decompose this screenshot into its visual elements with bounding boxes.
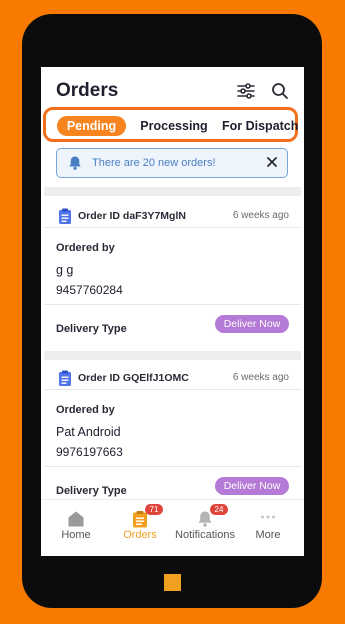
nav-home[interactable]: Home [43, 500, 109, 556]
search-icon[interactable] [270, 81, 290, 101]
more-dots-icon [259, 510, 277, 528]
order-card[interactable]: Order ID GQElfJ1OMC 6 weeks ago Ordered … [44, 361, 301, 511]
order-time: 6 weeks ago [232, 372, 289, 383]
notifications-count-badge: 24 [210, 504, 228, 515]
section-divider [44, 351, 301, 360]
tab-processing[interactable]: Processing [136, 116, 212, 136]
tab-for-dispatch[interactable]: For Dispatch [222, 116, 298, 136]
divider [44, 466, 301, 467]
delivery-type-label: Delivery Type [56, 323, 127, 335]
banner-text: There are 20 new orders! [92, 157, 216, 169]
clipboard-icon [58, 208, 72, 224]
tab-pending[interactable]: Pending [57, 116, 126, 136]
delivery-type-label: Delivery Type [56, 485, 127, 497]
nav-label-more: More [255, 529, 281, 541]
home-button[interactable] [164, 574, 181, 591]
home-icon [67, 510, 85, 528]
nav-more[interactable]: More [235, 500, 301, 556]
nav-label-orders: Orders [123, 529, 157, 541]
divider [44, 304, 301, 305]
sliders-icon[interactable] [236, 81, 256, 101]
ordered-by-label: Ordered by [56, 242, 115, 254]
customer-phone: 9976197663 [56, 445, 123, 459]
clipboard-icon [58, 370, 72, 386]
nav-notifications[interactable]: 24 Notifications [172, 500, 238, 556]
deliver-now-button[interactable]: Deliver Now [215, 315, 289, 333]
customer-name: g g [56, 263, 74, 277]
order-header: Order ID GQElfJ1OMC 6 weeks ago [44, 361, 301, 390]
order-time: 6 weeks ago [232, 210, 289, 221]
header: Orders [41, 67, 304, 107]
order-card[interactable]: Order ID daF3Y7MglN 6 weeks ago Ordered … [44, 199, 301, 349]
nav-label-home: Home [61, 529, 91, 541]
page-title: Orders [56, 80, 119, 101]
customer-name: Pat Android [56, 425, 121, 439]
nav-orders[interactable]: 71 Orders [107, 500, 173, 556]
section-divider [44, 187, 301, 196]
orders-count-badge: 71 [145, 504, 163, 515]
order-header: Order ID daF3Y7MglN 6 weeks ago [44, 199, 301, 228]
order-id: Order ID daF3Y7MglN [78, 210, 186, 222]
nav-label-notifications: Notifications [175, 529, 235, 541]
deliver-now-button[interactable]: Deliver Now [215, 477, 289, 495]
app-screen: Orders Pending Processing For Dispatch T… [41, 67, 304, 556]
customer-phone: 9457760284 [56, 283, 123, 297]
new-orders-banner: There are 20 new orders! [56, 148, 288, 178]
order-id: Order ID GQElfJ1OMC [78, 372, 189, 384]
bell-icon [67, 155, 83, 171]
ordered-by-label: Ordered by [56, 404, 115, 416]
order-status-tabs: Pending Processing For Dispatch [43, 107, 298, 142]
bottom-nav: Home 71 Orders 24 Notifications More [41, 499, 304, 556]
close-icon[interactable] [265, 155, 279, 169]
